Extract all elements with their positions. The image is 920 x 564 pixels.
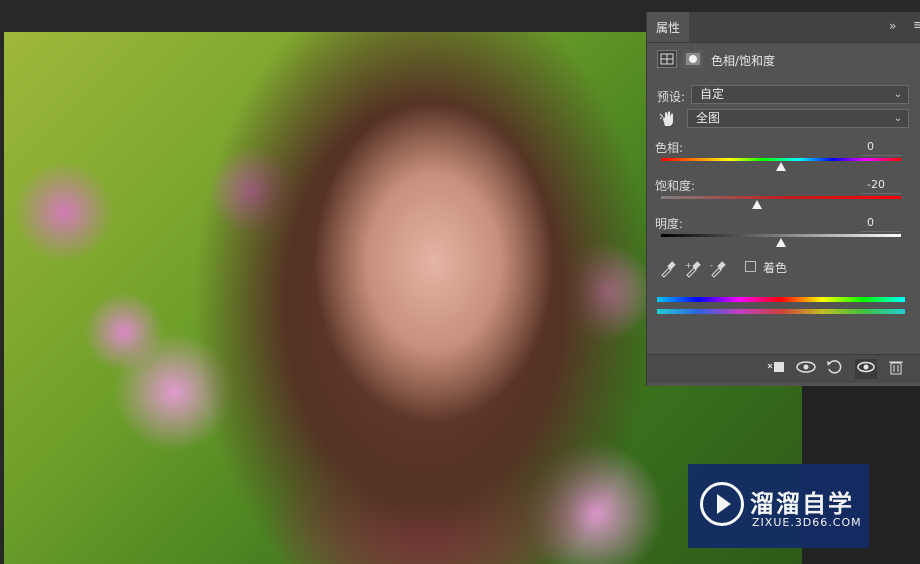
play-icon [700,482,744,526]
preset-dropdown[interactable]: 自定 ⌄ [691,85,909,104]
panel-tab-bar: 属性 » ≡ [647,12,920,43]
hue-slider-thumb[interactable] [776,162,786,171]
panel-menu-icon[interactable]: ≡ [913,18,920,33]
adjustment-header: 色相/饱和度 [657,50,917,72]
lightness-slider-track[interactable] [661,234,901,237]
preset-value: 自定 [700,87,725,101]
hue-value-field[interactable]: 0 [861,140,901,156]
saturation-label: 饱和度: [655,179,696,193]
svg-text:+: + [685,261,692,270]
trash-icon[interactable] [885,359,907,379]
tab-properties[interactable]: 属性 [647,12,689,42]
channel-dropdown[interactable]: 全图 ⌄ [687,109,909,128]
lightness-slider-thumb[interactable] [776,238,786,247]
lightness-value-field[interactable]: 0 [861,216,901,232]
output-color-bar [657,309,905,314]
chevron-down-icon: ⌄ [893,89,902,100]
mask-icon[interactable] [683,50,703,68]
preset-label: 预设: [657,90,686,104]
hue-slider-track[interactable] [661,158,901,161]
colorize-label: 着色 [763,261,788,275]
eyedropper-icon[interactable] [659,260,677,282]
watermark-logo: 溜溜自学 ZIXUE.3D66.COM [688,464,869,548]
eyedropper-minus-icon[interactable]: - [709,260,727,282]
hue-label: 色相: [655,141,684,155]
input-color-bar [657,297,905,302]
saturation-slider-track[interactable] [661,196,901,199]
saturation-value-field[interactable]: -20 [861,178,901,194]
watermark-url: ZIXUE.3D66.COM [752,516,862,529]
eyedropper-plus-icon[interactable]: + [684,260,702,282]
adjustment-title: 色相/饱和度 [711,54,776,68]
saturation-slider-thumb[interactable] [752,200,762,209]
targeted-adjustment-hand-icon[interactable] [659,110,677,128]
hue-saturation-layer-icon[interactable] [657,50,677,68]
svg-text:-: - [710,261,713,270]
channel-value: 全图 [696,111,721,125]
view-previous-state-icon[interactable] [795,359,817,379]
collapse-panel-icon[interactable]: » [889,19,896,33]
properties-panel: 属性 » ≡ 色相/饱和度 预设: 自定 ⌄ 全图 ⌄ 色相: 0 饱和度: -… [646,12,920,386]
clip-to-layer-icon[interactable] [765,359,787,379]
reset-icon[interactable] [823,359,845,379]
colorize-checkbox[interactable] [745,261,756,272]
chevron-down-icon: ⌄ [893,113,902,124]
lightness-label: 明度: [655,217,684,231]
panel-bottom-toolbar [647,354,920,383]
visibility-eye-icon[interactable] [855,359,877,379]
watermark-title: 溜溜自学 [750,490,854,518]
